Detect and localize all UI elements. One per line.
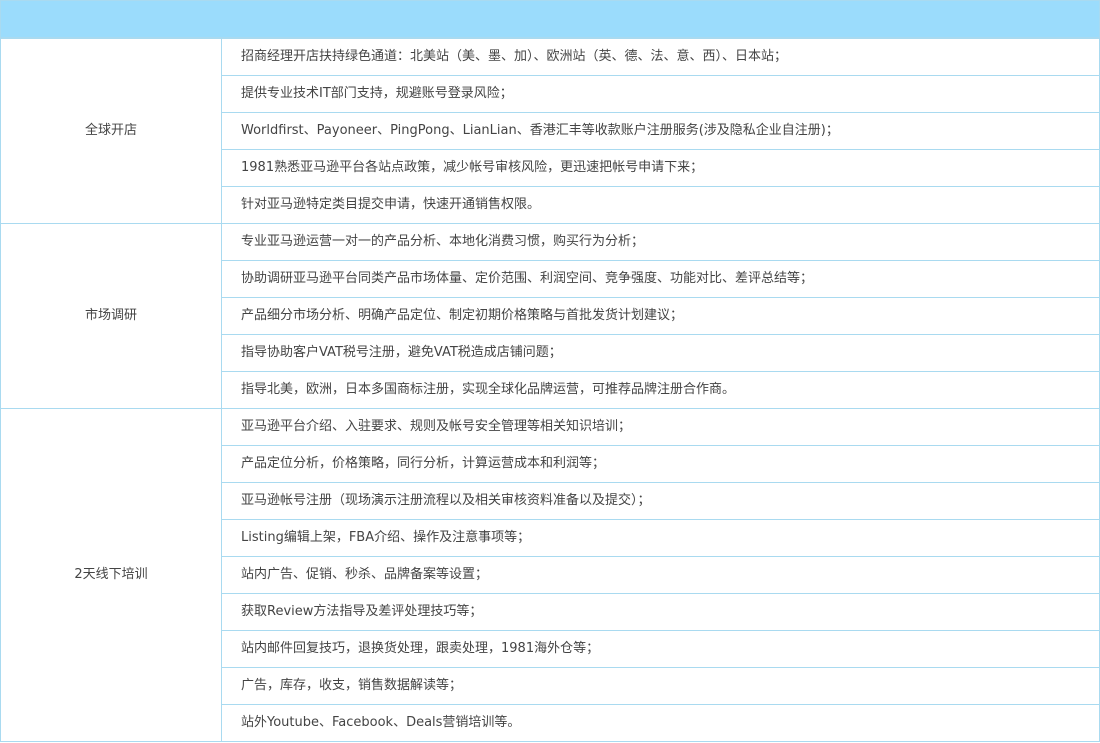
item-cell: 针对亚马逊特定类目提交申请，快速开通销售权限。 <box>221 186 1100 224</box>
item-cell: 产品细分市场分析、明确产品定位、制定初期价格策略与首批发货计划建议； <box>221 297 1100 335</box>
item-cell: 站外Youtube、Facebook、Deals营销培训等。 <box>221 704 1100 742</box>
item-cell: 指导北美，欧洲，日本多国商标注册，实现全球化品牌运营，可推荐品牌注册合作商。 <box>221 371 1100 409</box>
table-row: 市场调研 专业亚马逊运营一对一的产品分析、本地化消费习惯，购买行为分析； <box>0 223 1100 409</box>
item-cell: 提供专业技术IT部门支持，规避账号登录风险； <box>221 75 1100 113</box>
table-row: 2天线下培训 亚马逊平台介绍、入驻要求、规则及帐号安全管理等相关知识培训； <box>0 408 1100 742</box>
item-cell: 广告，库存，收支，销售数据解读等； <box>221 667 1100 705</box>
item-cell: 产品定位分析，价格策略，同行分析，计算运营成本和利润等； <box>221 445 1100 483</box>
item-cell: 站内广告、促销、秒杀、品牌备案等设置； <box>221 556 1100 594</box>
table-row: 全球开店 招商经理开店扶持绿色通道：北美站（美、墨、加）、欧洲站（英、德、法、意… <box>0 38 1100 224</box>
header-bar <box>0 0 1100 38</box>
item-cell: 获取Review方法指导及差评处理技巧等； <box>221 593 1100 631</box>
services-page: 全球开店 招商经理开店扶持绿色通道：北美站（美、墨、加）、欧洲站（英、德、法、意… <box>0 0 1100 743</box>
item-cell: 亚马逊帐号注册（现场演示注册流程以及相关审核资料准备以及提交）； <box>221 482 1100 520</box>
category-cell-global-store: 全球开店 <box>0 38 222 224</box>
item-cell: 协助调研亚马逊平台同类产品市场体量、定价范围、利润空间、竞争强度、功能对比、差评… <box>221 260 1100 298</box>
item-cell: Listing编辑上架，FBA介绍、操作及注意事项等； <box>221 519 1100 557</box>
item-cell: 招商经理开店扶持绿色通道：北美站（美、墨、加）、欧洲站（英、德、法、意、西）、日… <box>221 38 1100 76</box>
item-cell: 站内邮件回复技巧，退换货处理，跟卖处理，1981海外仓等； <box>221 630 1100 668</box>
item-cell: Worldfirst、Payoneer、PingPong、LianLian、香港… <box>221 112 1100 150</box>
item-cell: 专业亚马逊运营一对一的产品分析、本地化消费习惯，购买行为分析； <box>221 223 1100 261</box>
category-cell-market-research: 市场调研 <box>0 223 222 409</box>
item-cell: 1981熟悉亚马逊平台各站点政策，减少帐号审核风险，更迅速把帐号申请下来； <box>221 149 1100 187</box>
category-cell-offline-training: 2天线下培训 <box>0 408 222 742</box>
services-table: 全球开店 招商经理开店扶持绿色通道：北美站（美、墨、加）、欧洲站（英、德、法、意… <box>0 38 1100 742</box>
item-cell: 指导协助客户VAT税号注册，避免VAT税造成店铺问题； <box>221 334 1100 372</box>
item-cell: 亚马逊平台介绍、入驻要求、规则及帐号安全管理等相关知识培训； <box>221 408 1100 446</box>
